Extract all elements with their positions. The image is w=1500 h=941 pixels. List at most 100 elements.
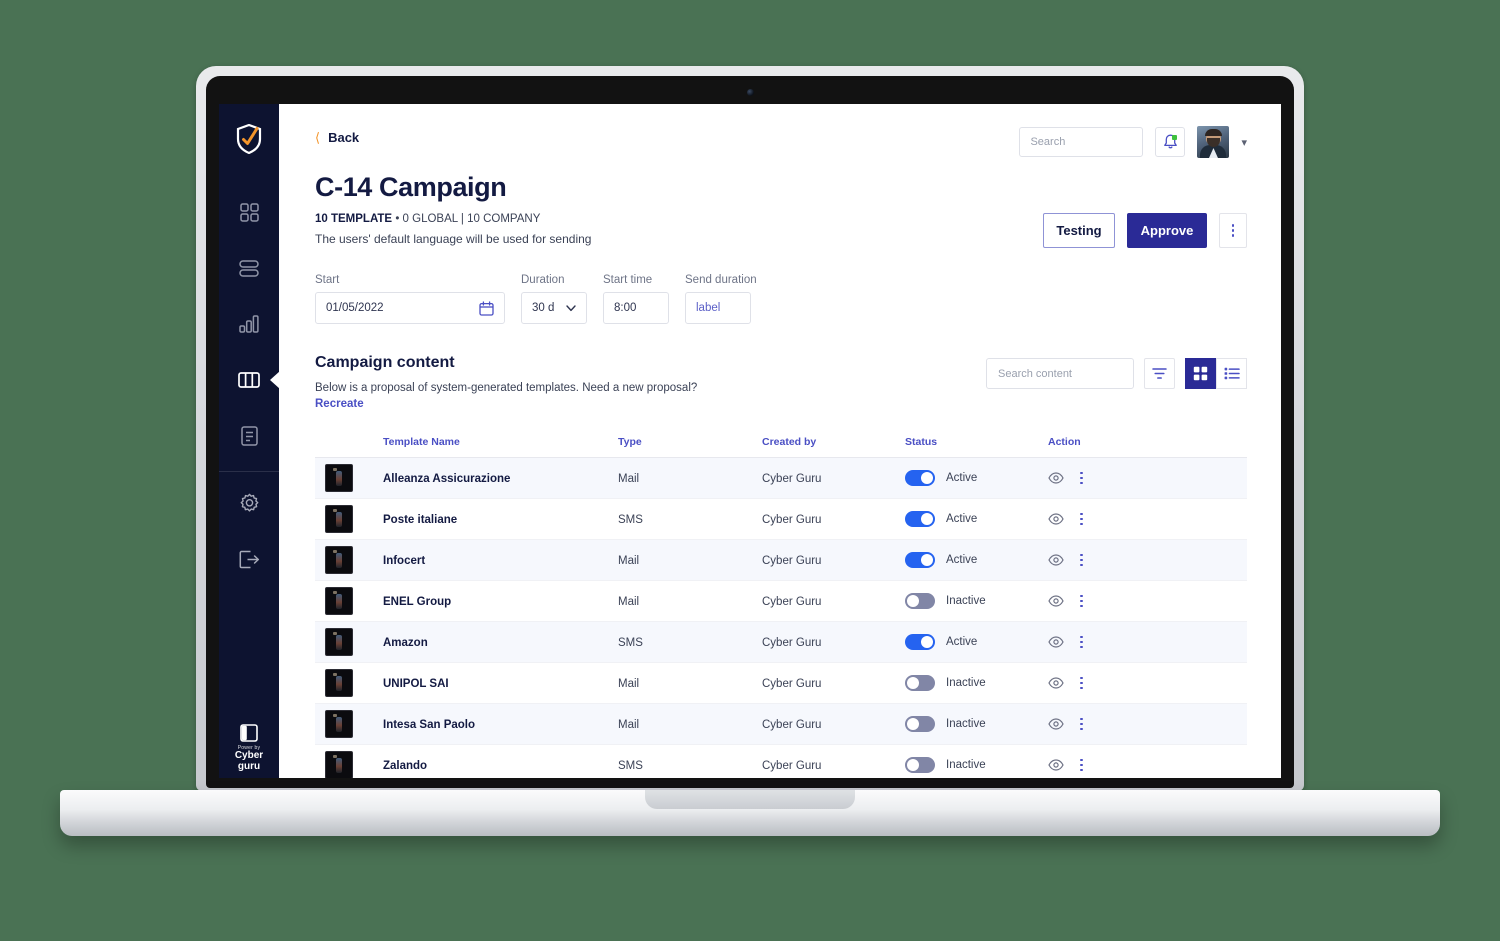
toggle-knob xyxy=(907,758,919,771)
status-toggle[interactable] xyxy=(905,592,935,609)
preview-button[interactable] xyxy=(1048,759,1064,771)
screen-viewport: Power by Cyber guru ⟨ Back Search ▾ C-14… xyxy=(219,104,1281,778)
template-name: Zalando xyxy=(383,759,428,772)
brand-powered-by: Power by xyxy=(237,744,261,751)
grid-view-button[interactable] xyxy=(1185,358,1216,389)
status-toggle[interactable] xyxy=(905,756,935,773)
preview-button[interactable] xyxy=(1048,595,1064,607)
column-created-by: Created by xyxy=(762,436,817,449)
status-toggle[interactable] xyxy=(905,674,935,691)
template-thumbnail xyxy=(325,627,383,656)
template-type: Mail xyxy=(618,718,640,731)
app-logo[interactable] xyxy=(236,123,262,159)
sidebar: Power by Cyber guru xyxy=(219,104,280,778)
template-type: Mail xyxy=(618,595,640,608)
recreate-link[interactable]: Recreate xyxy=(315,398,697,410)
template-thumbnail xyxy=(325,586,383,615)
template-created-by: Cyber Guru xyxy=(762,513,822,526)
status-label: Inactive xyxy=(946,676,986,689)
laptop-base xyxy=(60,790,1440,836)
send-duration-value: label xyxy=(696,302,721,314)
template-breakdown: 0 GLOBAL | 10 COMPANY xyxy=(402,213,541,225)
template-counts: 10 TEMPLATE • 0 GLOBAL | 10 COMPANY xyxy=(315,213,591,225)
table-row[interactable]: Poste italiane SMS Cyber Guru Active xyxy=(315,499,1247,540)
notifications-button[interactable] xyxy=(1155,127,1186,157)
kebab-menu-icon xyxy=(1080,599,1083,603)
sidebar-collapse-button[interactable] xyxy=(219,724,279,742)
sidebar-item-layers[interactable] xyxy=(219,251,279,285)
start-date-input[interactable]: 01/05/2022 xyxy=(315,292,505,324)
table-row[interactable]: Intesa San Paolo Mail Cyber Guru Inactive xyxy=(315,703,1247,745)
sidebar-item-campaigns[interactable] xyxy=(219,363,280,397)
column-action: Action xyxy=(1048,436,1081,449)
sidebar-item-reports[interactable] xyxy=(219,419,279,453)
table-row[interactable]: UNIPOL SAI Mail Cyber Guru Inactive xyxy=(315,663,1247,704)
sidebar-secondary-nav xyxy=(219,486,279,576)
webcam-icon xyxy=(746,89,754,96)
kebab-menu-icon xyxy=(1080,727,1083,731)
avatar[interactable] xyxy=(1197,126,1230,158)
row-more-button[interactable] xyxy=(1077,593,1086,610)
filter-icon xyxy=(1152,368,1167,379)
status-toggle[interactable] xyxy=(905,715,935,732)
content-search[interactable] xyxy=(986,358,1140,389)
meta-separator: • xyxy=(395,213,400,225)
status-label: Inactive xyxy=(946,758,986,771)
preview-button[interactable] xyxy=(1048,554,1064,566)
preview-button[interactable] xyxy=(1048,636,1064,648)
filter-button[interactable] xyxy=(1144,358,1175,389)
row-more-button[interactable] xyxy=(1077,757,1086,774)
table-row[interactable]: Alleanza Assicurazione Mail Cyber Guru Acti… xyxy=(315,457,1247,499)
status-label: Active xyxy=(946,635,978,648)
content-search-input[interactable] xyxy=(998,367,1140,380)
eye-icon xyxy=(1048,636,1064,648)
template-type: SMS xyxy=(618,513,643,526)
table-row[interactable]: ENEL Group Mail Cyber Guru Inactive xyxy=(315,581,1247,622)
search-input[interactable] xyxy=(1030,136,1173,148)
preview-button[interactable] xyxy=(1048,472,1064,484)
row-more-button[interactable] xyxy=(1077,511,1086,528)
logout-icon xyxy=(239,550,259,568)
table-row[interactable]: Amazon SMS Cyber Guru Active xyxy=(315,621,1247,663)
table-row[interactable]: Infocert Mail Cyber Guru Active xyxy=(315,539,1247,581)
status-toggle[interactable] xyxy=(905,510,935,527)
sidebar-item-dashboard[interactable] xyxy=(219,195,279,229)
list-view-button[interactable] xyxy=(1216,358,1247,389)
back-button[interactable]: ⟨ Back xyxy=(315,130,359,145)
testing-button[interactable]: Testing xyxy=(1043,213,1115,248)
approve-button[interactable]: Approve xyxy=(1127,213,1207,248)
field-start: Start 01/05/2022 xyxy=(315,274,505,324)
send-duration-input[interactable]: label xyxy=(685,292,751,324)
status-toggle[interactable] xyxy=(905,633,935,650)
page-meta: 10 TEMPLATE • 0 GLOBAL | 10 COMPANY The … xyxy=(315,213,591,246)
content-toolbar xyxy=(986,358,1247,389)
preview-button[interactable] xyxy=(1048,718,1064,730)
preview-button[interactable] xyxy=(1048,677,1064,689)
duration-select[interactable]: 30 d xyxy=(521,292,587,324)
start-time-input[interactable]: 8:00 xyxy=(603,292,669,324)
row-more-button[interactable] xyxy=(1077,470,1086,487)
more-actions-button[interactable] xyxy=(1219,213,1247,248)
row-more-button[interactable] xyxy=(1077,675,1086,692)
row-more-button[interactable] xyxy=(1077,552,1086,569)
row-more-button[interactable] xyxy=(1077,634,1086,651)
status-toggle[interactable] xyxy=(905,469,935,486)
eye-icon xyxy=(1048,595,1064,607)
campaign-schedule-form: Start 01/05/2022 Duration 30 d Start tim… xyxy=(315,274,1247,324)
preview-button[interactable] xyxy=(1048,513,1064,525)
sidebar-item-logout[interactable] xyxy=(219,542,279,576)
table-row[interactable]: Zalando SMS Cyber Guru Inactive xyxy=(315,745,1247,778)
row-more-button[interactable] xyxy=(1077,716,1086,733)
field-send-duration: Send duration label xyxy=(685,274,757,324)
global-search[interactable] xyxy=(1019,127,1173,157)
template-name: Amazon xyxy=(383,636,428,649)
chevron-down-icon[interactable]: ▾ xyxy=(1241,136,1247,149)
sidebar-item-analytics[interactable] xyxy=(219,307,279,341)
sidebar-item-settings[interactable] xyxy=(219,486,279,520)
status-toggle[interactable] xyxy=(905,551,935,568)
columns-icon xyxy=(238,372,260,388)
kebab-menu-icon xyxy=(1080,645,1083,649)
campaign-content-header: Campaign content Below is a proposal of … xyxy=(315,354,1247,410)
eye-icon xyxy=(1048,513,1064,525)
sidebar-divider xyxy=(219,471,279,472)
